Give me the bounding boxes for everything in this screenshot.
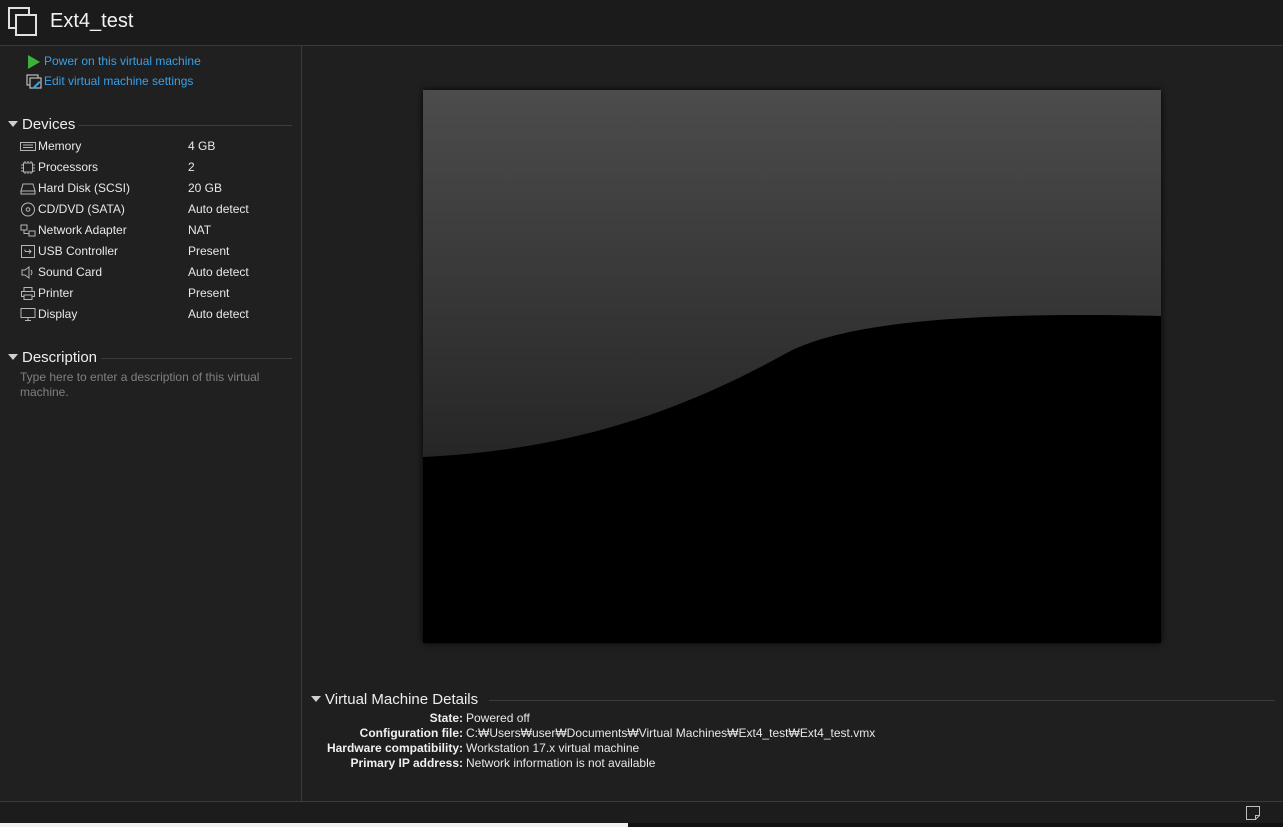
detail-row-state: State: Powered off [303, 711, 530, 726]
devices-divider [78, 125, 292, 126]
device-row-cd-dvd[interactable]: CD/DVD (SATA) Auto detect [18, 199, 296, 220]
device-value: 20 GB [188, 181, 223, 195]
hard-disk-icon [20, 183, 36, 195]
power-on-link[interactable]: Power on this virtual machine [26, 52, 201, 70]
bottom-edge [0, 823, 1283, 827]
device-value: Auto detect [188, 307, 249, 321]
title-bar: Ext4_test [0, 0, 1283, 46]
vm-title: Ext4_test [50, 10, 134, 32]
notes-icon[interactable] [1245, 805, 1261, 821]
device-name: Display [38, 307, 78, 321]
left-pane: Power on this virtual machine Edit virtu… [0, 46, 302, 801]
right-pane: Virtual Machine Details State: Powered o… [303, 46, 1283, 801]
vm-preview-thumbnail [423, 90, 1161, 643]
display-icon [20, 308, 36, 321]
description-header[interactable]: Description [8, 348, 97, 368]
device-row-memory[interactable]: Memory 4 GB [18, 136, 296, 157]
device-value: Present [188, 286, 230, 300]
detail-value: Workstation 17.x virtual machine [466, 741, 640, 755]
device-name: CD/DVD (SATA) [38, 202, 125, 216]
collapse-triangle-icon [8, 354, 18, 361]
status-bar [0, 801, 1283, 823]
device-row-printer[interactable]: Printer Present [18, 283, 296, 304]
device-name: Network Adapter [38, 223, 127, 237]
devices-header[interactable]: Devices [8, 115, 75, 135]
detail-label: State: [429, 711, 463, 725]
detail-row-ip-address: Primary IP address: Network information … [303, 756, 655, 771]
device-value: NAT [188, 223, 212, 237]
description-divider [101, 358, 292, 359]
edit-settings-label: Edit virtual machine settings [44, 74, 194, 88]
collapse-triangle-icon [311, 696, 321, 703]
device-name: Sound Card [38, 265, 103, 279]
detail-row-config-file: Configuration file: C:₩Users₩user₩Docume… [303, 726, 876, 741]
description-header-label: Description [22, 349, 98, 366]
device-name: Hard Disk (SCSI) [38, 181, 131, 195]
edit-settings-link[interactable]: Edit virtual machine settings [26, 72, 193, 90]
detail-value: C:₩Users₩user₩Documents₩Virtual Machines… [466, 726, 876, 740]
description-field[interactable]: Type here to enter a description of this… [20, 370, 280, 400]
vm-details-header-label: Virtual Machine Details [325, 691, 479, 708]
vm-preview-graphic [423, 90, 1161, 643]
device-name: Processors [38, 160, 99, 174]
edit-settings-icon [26, 74, 42, 89]
processor-icon [21, 161, 35, 174]
power-on-label: Power on this virtual machine [44, 54, 201, 68]
device-name: USB Controller [38, 244, 119, 258]
device-row-usb-controller[interactable]: USB Controller Present [18, 241, 296, 262]
network-adapter-icon [20, 224, 36, 237]
power-on-icon [28, 54, 40, 69]
device-name: Printer [38, 286, 74, 300]
device-row-sound-card[interactable]: Sound Card Auto detect [18, 262, 296, 283]
cd-dvd-icon [21, 202, 35, 217]
vm-details-divider [489, 700, 1275, 701]
device-name: Memory [38, 139, 82, 153]
device-row-processors[interactable]: Processors 2 [18, 157, 296, 178]
vm-details-header[interactable]: Virtual Machine Details [311, 690, 478, 710]
device-value: Auto detect [188, 202, 249, 216]
virtual-machine-icon [8, 7, 37, 36]
device-value: Present [188, 244, 230, 258]
device-value: Auto detect [188, 265, 249, 279]
device-row-display[interactable]: Display Auto detect [18, 304, 296, 325]
device-value: 4 GB [188, 139, 216, 153]
detail-label: Configuration file: [359, 726, 463, 740]
usb-icon [21, 245, 35, 258]
detail-label: Primary IP address: [350, 756, 463, 770]
detail-value: Network information is not available [466, 756, 656, 770]
collapse-triangle-icon [8, 121, 18, 128]
device-row-hard-disk[interactable]: Hard Disk (SCSI) 20 GB [18, 178, 296, 199]
detail-label: Hardware compatibility: [326, 741, 463, 755]
bottom-edge-dark [628, 823, 1283, 827]
device-value: 2 [188, 160, 195, 174]
devices-header-label: Devices [22, 116, 76, 133]
sound-card-icon [21, 266, 33, 279]
detail-row-hardware-compat: Hardware compatibility: Workstation 17.x… [303, 741, 639, 756]
memory-icon [20, 142, 36, 151]
printer-icon [21, 287, 35, 300]
detail-value: Powered off [466, 711, 530, 725]
device-row-network-adapter[interactable]: Network Adapter NAT [18, 220, 296, 241]
